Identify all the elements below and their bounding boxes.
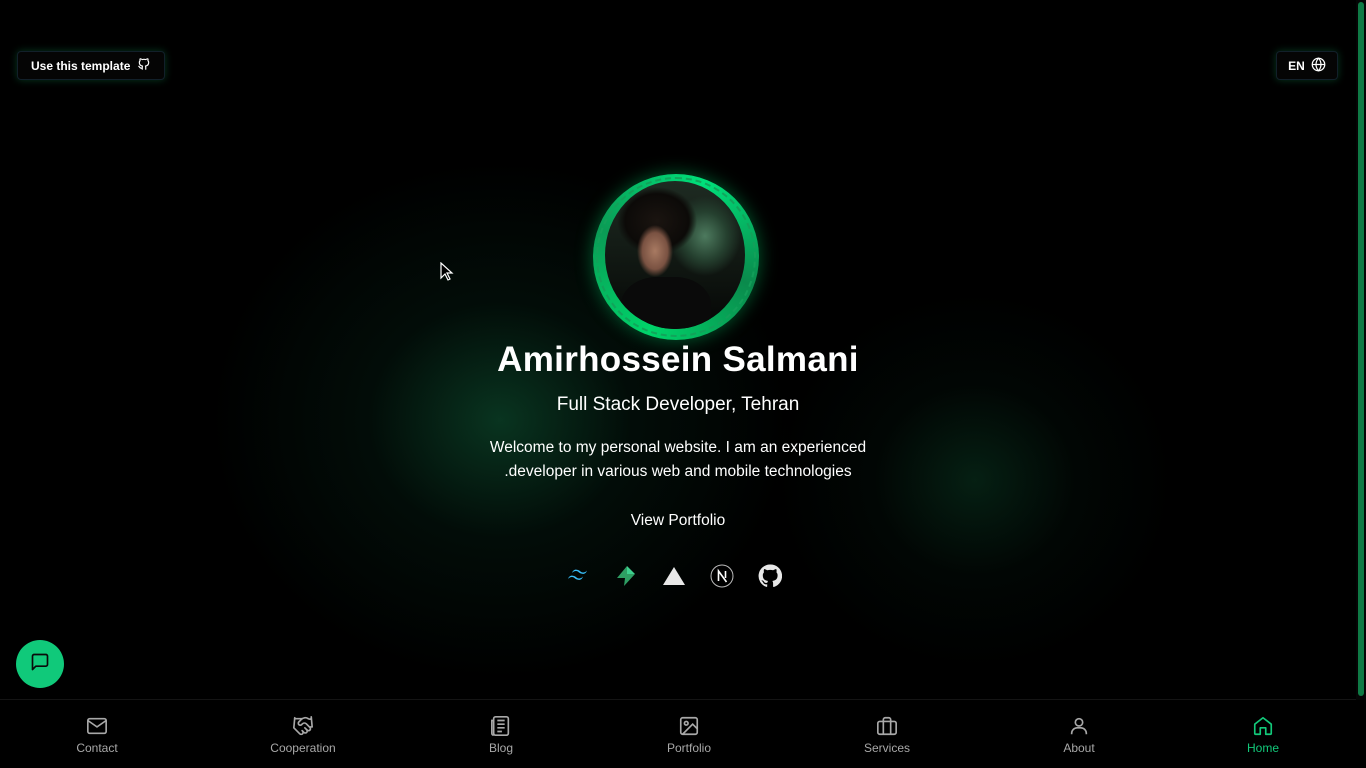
use-template-button[interactable]: Use this template: [17, 51, 166, 80]
nav-label-about: About: [1063, 740, 1095, 755]
tailwind-icon[interactable]: [566, 564, 590, 588]
nav-item-services[interactable]: Services: [837, 700, 937, 768]
nav-label-cooperation: Cooperation: [270, 740, 336, 755]
chat-button[interactable]: [16, 640, 64, 688]
newspaper-icon: [491, 715, 510, 736]
nav-item-home[interactable]: Home: [1213, 700, 1313, 768]
tech-stack: [566, 564, 782, 588]
view-portfolio-link[interactable]: View Portfolio: [620, 512, 736, 530]
nav-label-services: Services: [863, 740, 910, 755]
bio-line-2: .developer in various web and mobile tec…: [504, 463, 852, 480]
nav-label-contact: Contact: [76, 740, 118, 755]
profile-photo: [605, 181, 745, 329]
image-icon: [679, 716, 699, 735]
nav-item-contact[interactable]: Contact: [47, 700, 147, 768]
mouse-cursor-icon: [440, 262, 454, 281]
nav-label-blog: Blog: [488, 740, 514, 755]
bottom-navigation: Contact Cooperation Blog Portfolio Servi…: [0, 699, 1356, 768]
nav-item-cooperation[interactable]: Cooperation: [253, 700, 353, 768]
nav-item-blog[interactable]: Blog: [451, 700, 551, 768]
vercel-icon[interactable]: [662, 564, 686, 588]
language-switcher[interactable]: EN: [1276, 51, 1338, 80]
mail-icon: [87, 717, 107, 734]
github-icon: [137, 57, 151, 74]
profile-bio: Welcome to my personal website. I am an …: [478, 436, 878, 484]
nav-label-home: Home: [1246, 740, 1279, 755]
handshake-icon: [293, 715, 313, 735]
use-template-label: Use this template: [31, 58, 131, 73]
profile-name: Amirhossein Salmani: [497, 340, 859, 379]
profile-role: Full Stack Developer, Tehran: [556, 394, 800, 415]
chat-icon: [30, 652, 50, 677]
user-icon: [1070, 717, 1088, 734]
supabase-icon[interactable]: [614, 564, 638, 588]
globe-icon: [1311, 56, 1326, 75]
nav-label-portfolio: Portfolio: [666, 740, 712, 755]
nav-item-portfolio[interactable]: Portfolio: [639, 700, 739, 768]
briefcase-icon: [877, 716, 897, 735]
scrollbar[interactable]: [1356, 0, 1366, 700]
scrollbar-thumb[interactable]: [1358, 2, 1364, 696]
nav-item-about[interactable]: About: [1029, 700, 1129, 768]
language-label: EN: [1288, 58, 1305, 73]
home-icon: [1253, 716, 1273, 735]
avatar: [593, 174, 759, 340]
home-page: Use this template EN Amirhossein Salmani…: [0, 0, 1366, 768]
github-icon[interactable]: [758, 564, 782, 588]
bio-line-1: Welcome to my personal website. I am an …: [489, 439, 867, 456]
nextjs-icon[interactable]: [710, 564, 734, 588]
